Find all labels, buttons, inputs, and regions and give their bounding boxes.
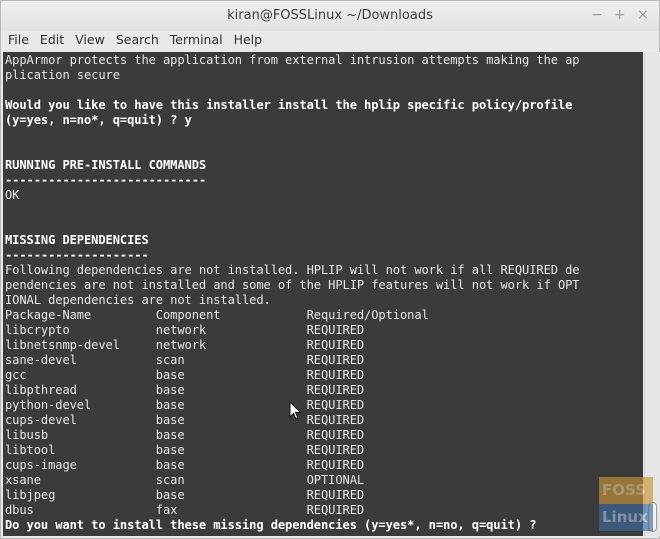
menu-search[interactable]: Search [116, 31, 159, 51]
terminal-line: Would you like to have this installer in… [5, 98, 573, 112]
terminal-line: OK [5, 188, 20, 202]
terminal-text: AppArmor protects the application from e… [5, 53, 580, 533]
terminal-line: xsane scan OPTIONAL [5, 473, 365, 487]
terminal-line: (y=yes, n=no*, q=quit) ? y [5, 113, 192, 127]
terminal-line: libpthread base REQUIRED [5, 383, 365, 397]
terminal-line: plication secure [5, 68, 120, 82]
terminal-line: RUNNING PRE-INSTALL COMMANDS [5, 158, 207, 172]
title-bar[interactable]: kiran@FOSSLinux ~/Downloads − + × [1, 1, 659, 31]
scrollbar-thumb[interactable] [648, 502, 657, 532]
vertical-scrollbar[interactable] [644, 52, 660, 536]
terminal-line: libtool base REQUIRED [5, 443, 365, 457]
terminal-line: libnetsnmp-devel network REQUIRED [5, 338, 365, 352]
terminal-line: Package-Name Component Required/Optional [5, 308, 429, 322]
terminal-window: kiran@FOSSLinux ~/Downloads − + × File E… [0, 0, 660, 539]
terminal-line: MISSING DEPENDENCIES [5, 233, 149, 247]
window-controls: − + × [591, 7, 649, 23]
terminal-line: dbus fax REQUIRED [5, 503, 365, 517]
terminal-line: Following dependencies are not installed… [5, 263, 580, 277]
terminal-line: libcrypto network REQUIRED [5, 323, 365, 337]
menu-file[interactable]: File [8, 31, 29, 51]
terminal-line: pendencies are not installed and some of… [5, 278, 580, 292]
terminal-line: gcc base REQUIRED [5, 368, 365, 382]
menu-bar: File Edit View Search Terminal Help [1, 31, 659, 51]
terminal-line: Do you want to install these missing dep… [5, 518, 537, 532]
maximize-button[interactable]: + [614, 7, 626, 23]
terminal-line: AppArmor protects the application from e… [5, 53, 580, 67]
window-title: kiran@FOSSLinux ~/Downloads [227, 8, 433, 23]
minimize-button[interactable]: − [591, 7, 603, 23]
terminal-line: libjpeg base REQUIRED [5, 488, 365, 502]
close-button[interactable]: × [637, 7, 649, 23]
terminal-line: IONAL dependencies are not installed. [5, 293, 271, 307]
menu-help[interactable]: Help [234, 31, 263, 51]
menu-terminal[interactable]: Terminal [170, 31, 223, 51]
terminal-output[interactable]: AppArmor protects the application from e… [3, 52, 643, 536]
mouse-pointer-icon [289, 401, 302, 420]
terminal-line: sane-devel scan REQUIRED [5, 353, 365, 367]
terminal-line: ---------------------------- [5, 173, 207, 187]
menu-edit[interactable]: Edit [40, 31, 64, 51]
terminal-line: libusb base REQUIRED [5, 428, 365, 442]
terminal-line: cups-image base REQUIRED [5, 458, 365, 472]
menu-view[interactable]: View [75, 31, 105, 51]
terminal-line: -------------------- [5, 248, 149, 262]
